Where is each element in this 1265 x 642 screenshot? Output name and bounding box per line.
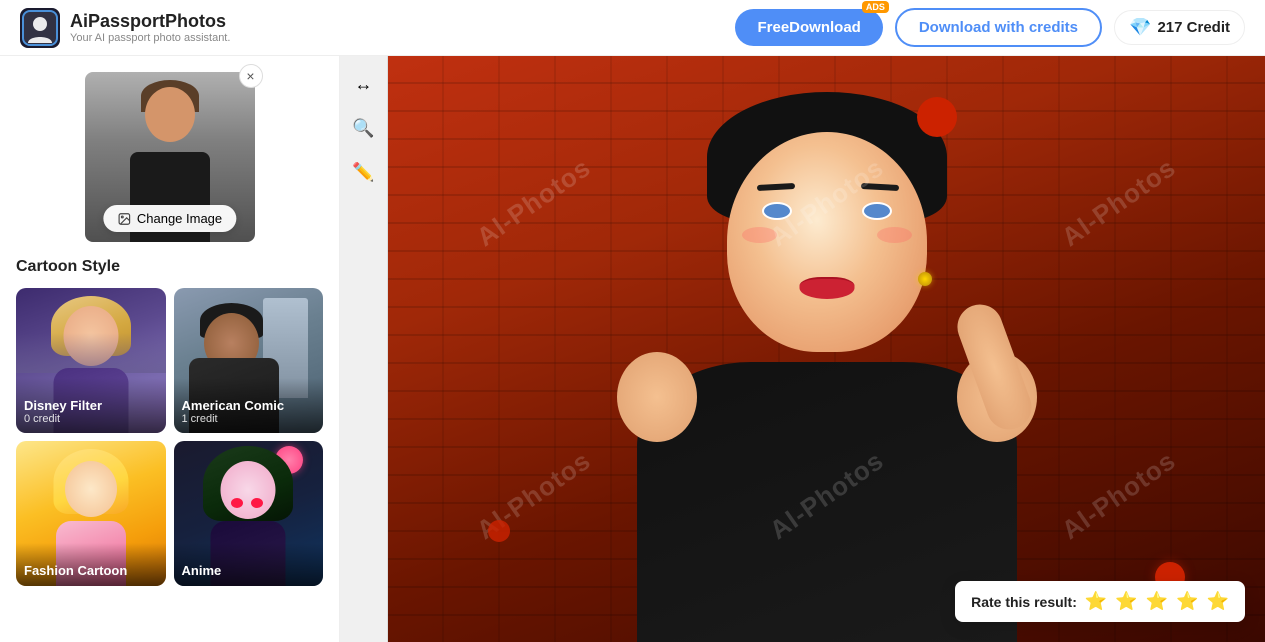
american-comic-label: American Comic 1 credit xyxy=(174,378,324,433)
download-credits-button[interactable]: Download with credits xyxy=(895,8,1102,47)
anime-girl-head xyxy=(221,461,276,519)
cartoon-style-section: Cartoon Style Disney Filter 0 credit xyxy=(16,258,323,586)
roses-left xyxy=(488,520,510,542)
star-2[interactable]: ⭐ xyxy=(1115,591,1137,612)
style-item-american-comic[interactable]: American Comic 1 credit xyxy=(174,288,324,433)
vertical-nav: ↔ 🔍 ✏️ xyxy=(340,56,388,642)
gem-icon: 💎 xyxy=(1129,17,1151,38)
free-download-label: FreeDownload xyxy=(757,19,860,36)
style-item-fashion-cartoon[interactable]: Fashion Cartoon xyxy=(16,441,166,586)
rate-tooltip: Rate this result: ⭐ ⭐ ⭐ ⭐ ⭐ xyxy=(955,581,1245,622)
disney-filter-label: Disney Filter 0 credit xyxy=(16,378,166,433)
earring xyxy=(918,272,932,286)
credits-badge: 💎 217 Credit xyxy=(1114,10,1245,45)
image-icon xyxy=(117,212,131,226)
fashion-cartoon-label: Fashion Cartoon xyxy=(16,543,166,586)
anime-name: Anime xyxy=(182,563,316,578)
logo-area: AiPassportPhotos Your AI passport photo … xyxy=(20,8,735,48)
rate-tooltip-label: Rate this result: xyxy=(971,594,1077,610)
face xyxy=(727,132,927,352)
fashion-girl-head xyxy=(65,461,117,517)
credits-count: 217 Credit xyxy=(1157,19,1230,36)
left-shoulder xyxy=(617,352,697,442)
right-eyebrow xyxy=(860,183,898,191)
app-name: AiPassportPhotos xyxy=(70,11,230,32)
person-figure xyxy=(577,82,1077,642)
star-5[interactable]: ⭐ xyxy=(1207,591,1229,612)
right-blush xyxy=(877,227,912,243)
hair-accessory xyxy=(917,97,957,137)
logo-text: AiPassportPhotos Your AI passport photo … xyxy=(70,11,230,44)
fashion-cartoon-name: Fashion Cartoon xyxy=(24,563,158,578)
disney-filter-name: Disney Filter xyxy=(24,398,158,413)
close-button[interactable]: × xyxy=(239,64,263,88)
american-comic-credit: 1 credit xyxy=(182,413,316,425)
left-eye xyxy=(762,202,792,220)
disney-filter-credit: 0 credit xyxy=(24,413,158,425)
header: AiPassportPhotos Your AI passport photo … xyxy=(0,0,1265,56)
logo-icon xyxy=(20,8,60,48)
section-title: Cartoon Style xyxy=(16,258,323,276)
change-image-label: Change Image xyxy=(137,211,222,226)
header-actions: ADS FreeDownload Download with credits 💎… xyxy=(735,8,1245,47)
american-comic-name: American Comic xyxy=(182,398,316,413)
main-content: × Change Image Cartoon Style xyxy=(0,56,1265,642)
change-image-button[interactable]: Change Image xyxy=(103,205,236,232)
rose-2 xyxy=(488,520,510,542)
nav-icon-2[interactable]: 🔍 xyxy=(346,110,382,146)
close-icon: × xyxy=(246,68,254,84)
upload-preview: × Change Image xyxy=(85,72,255,242)
anime-label: Anime xyxy=(174,543,324,586)
upload-person-head xyxy=(145,87,195,142)
main-preview: Al-Photos Al-Photos Al-Photos Al-Photos … xyxy=(388,56,1265,642)
style-item-disney-filter[interactable]: Disney Filter 0 credit xyxy=(16,288,166,433)
free-download-button[interactable]: ADS FreeDownload xyxy=(735,9,882,46)
sidebar: × Change Image Cartoon Style xyxy=(0,56,340,642)
app-tagline: Your AI passport photo assistant. xyxy=(70,32,230,44)
anime-left-eye xyxy=(231,498,243,508)
ads-badge: ADS xyxy=(862,1,889,13)
nav-icon-3[interactable]: ✏️ xyxy=(346,154,382,190)
left-eyebrow xyxy=(756,183,794,191)
download-credits-label: Download with credits xyxy=(919,19,1078,36)
star-3[interactable]: ⭐ xyxy=(1146,591,1168,612)
disney-smoke xyxy=(16,333,166,373)
anime-right-eye xyxy=(251,498,263,508)
left-blush xyxy=(742,227,777,243)
star-4[interactable]: ⭐ xyxy=(1176,591,1198,612)
lips xyxy=(799,277,854,299)
nav-icon-1[interactable]: ↔ xyxy=(346,66,382,102)
star-1[interactable]: ⭐ xyxy=(1085,591,1107,612)
style-grid: Disney Filter 0 credit American Comic 1 xyxy=(16,288,323,586)
anime-red-eyes xyxy=(231,498,266,508)
style-item-anime[interactable]: Anime xyxy=(174,441,324,586)
right-eye xyxy=(862,202,892,220)
